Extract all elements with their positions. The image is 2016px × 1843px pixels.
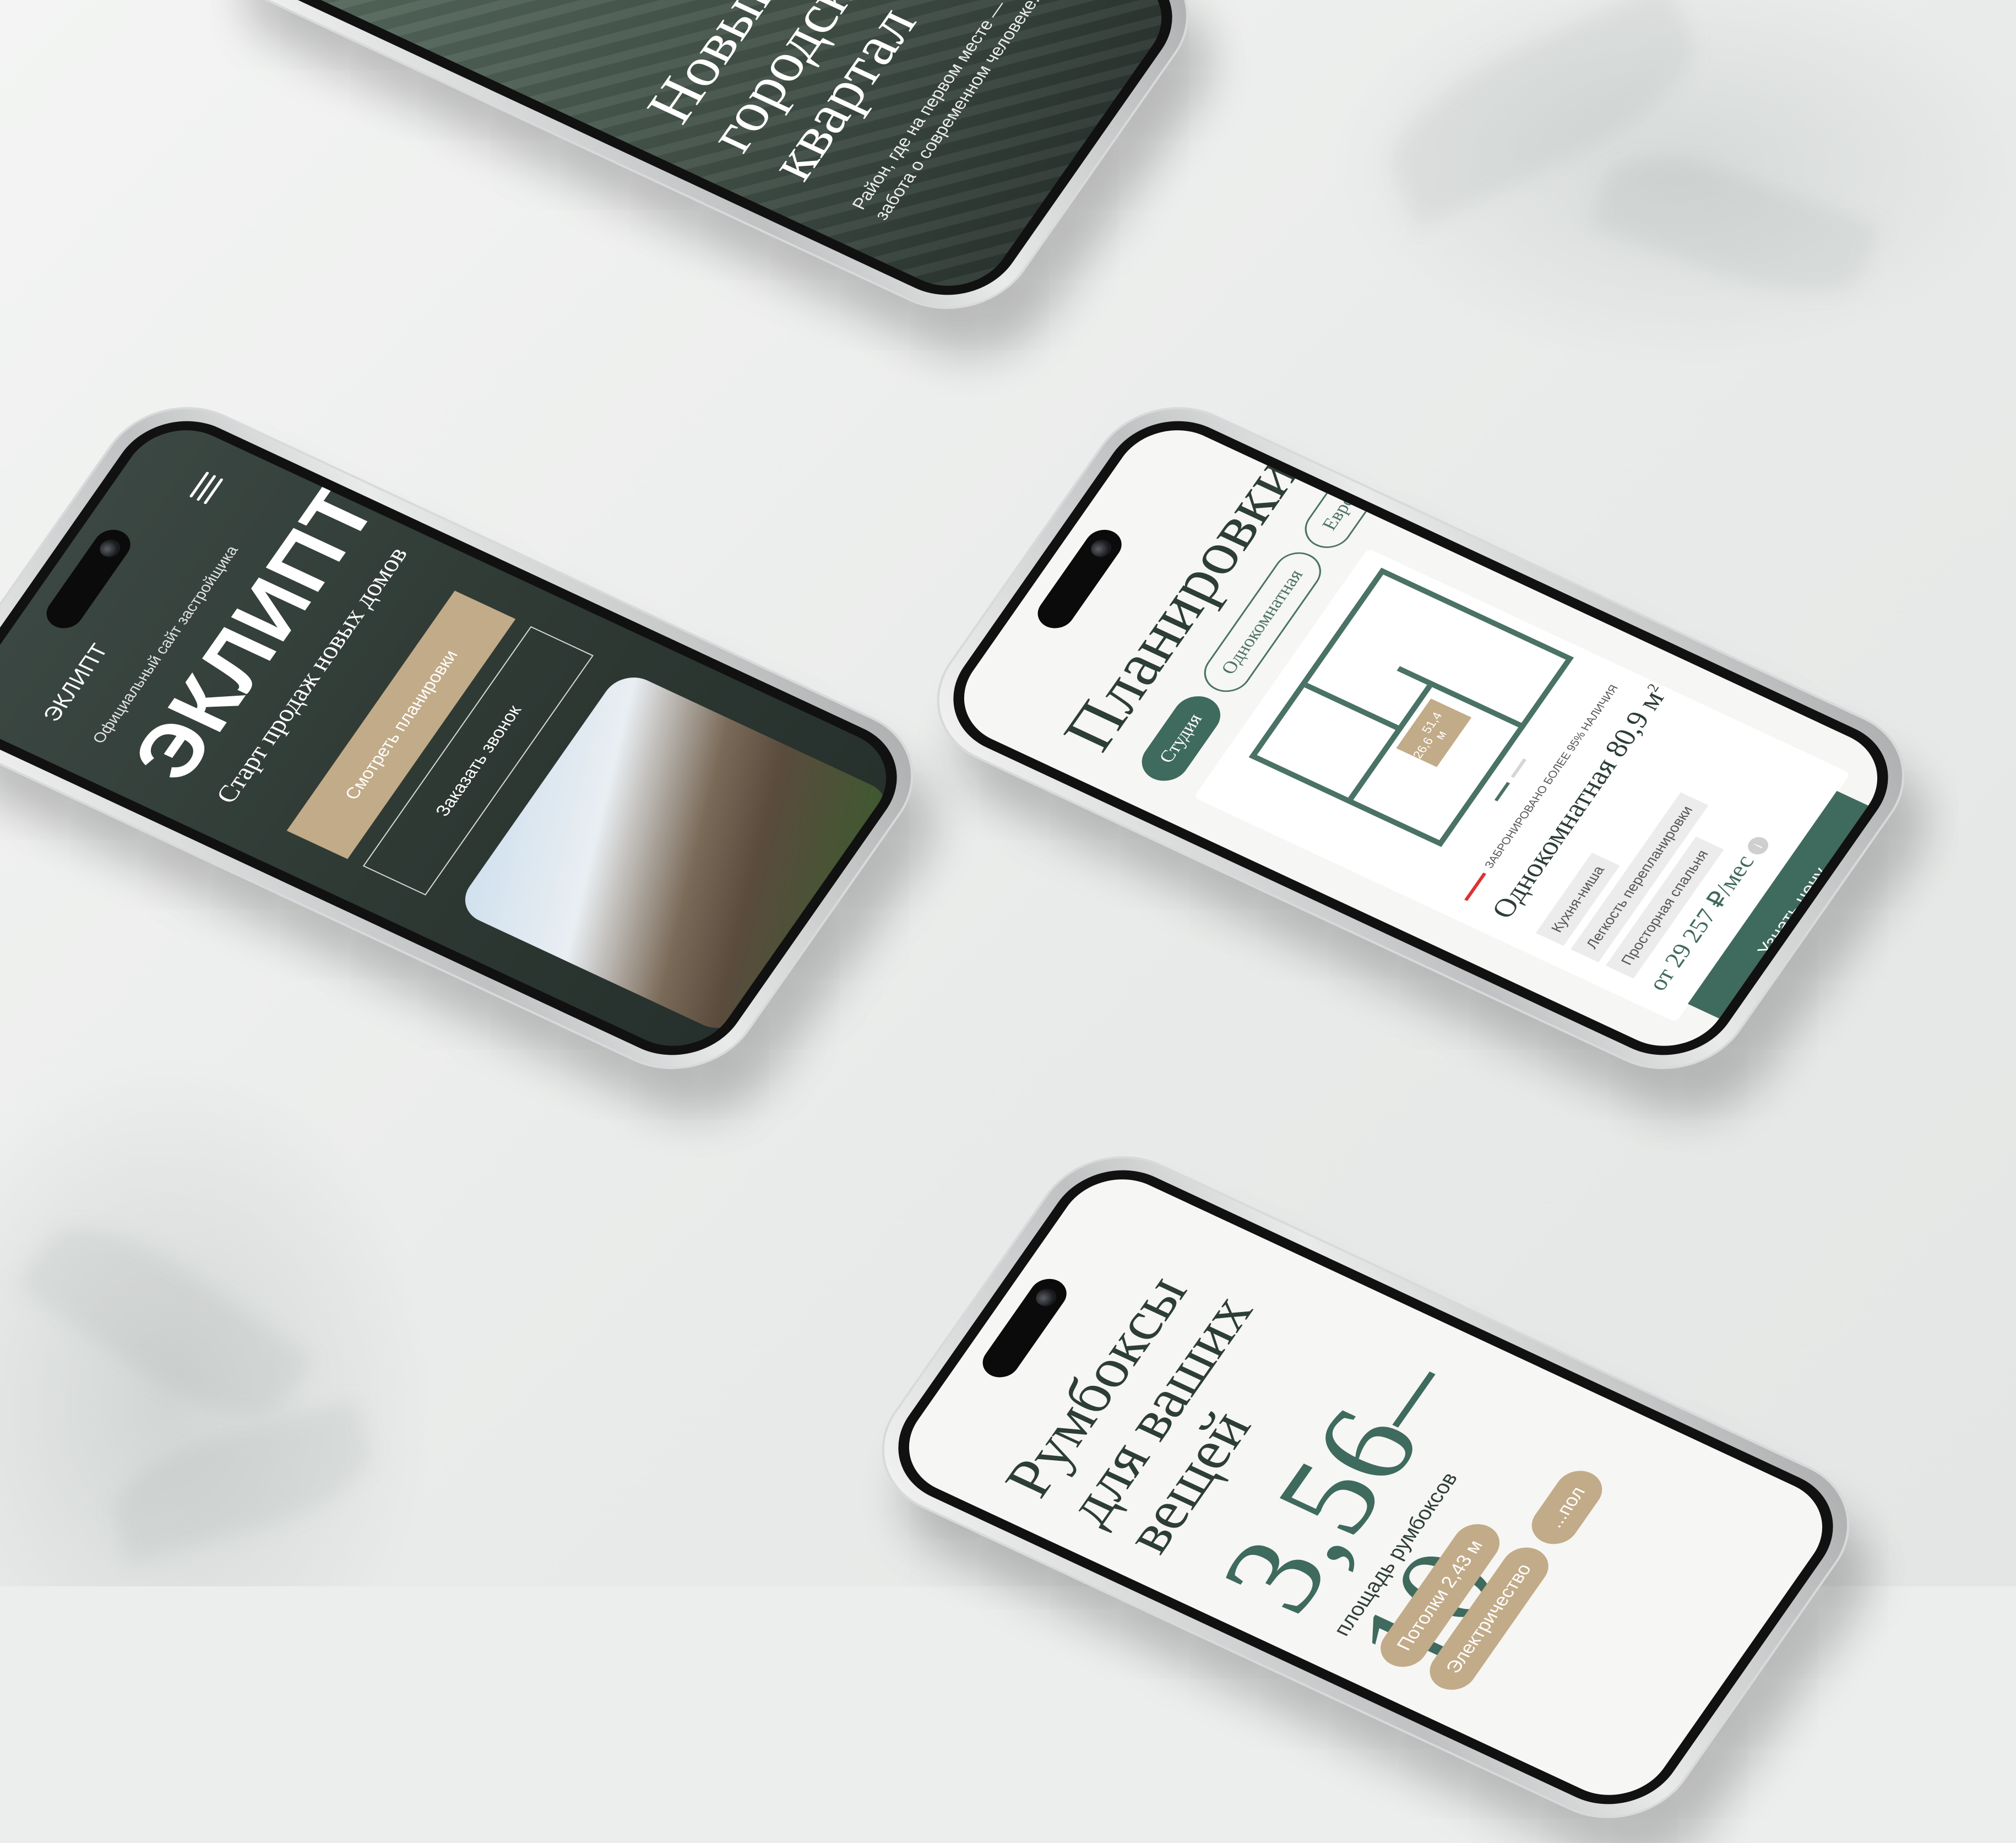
info-icon[interactable]: i bbox=[1744, 834, 1772, 858]
feature-pill: ...пол bbox=[1523, 1463, 1611, 1552]
camera-icon bbox=[1087, 536, 1116, 560]
hamburger-icon[interactable] bbox=[184, 469, 228, 507]
camera-icon bbox=[96, 536, 124, 560]
brand-logo[interactable]: ЭКЛИПТ bbox=[39, 640, 114, 725]
dynamic-island bbox=[39, 524, 138, 634]
dynamic-island bbox=[1030, 524, 1129, 634]
camera-icon bbox=[1032, 1286, 1061, 1309]
dynamic-island bbox=[975, 1273, 1074, 1383]
room-area-label: 26,6 51,4 м bbox=[1396, 698, 1472, 767]
